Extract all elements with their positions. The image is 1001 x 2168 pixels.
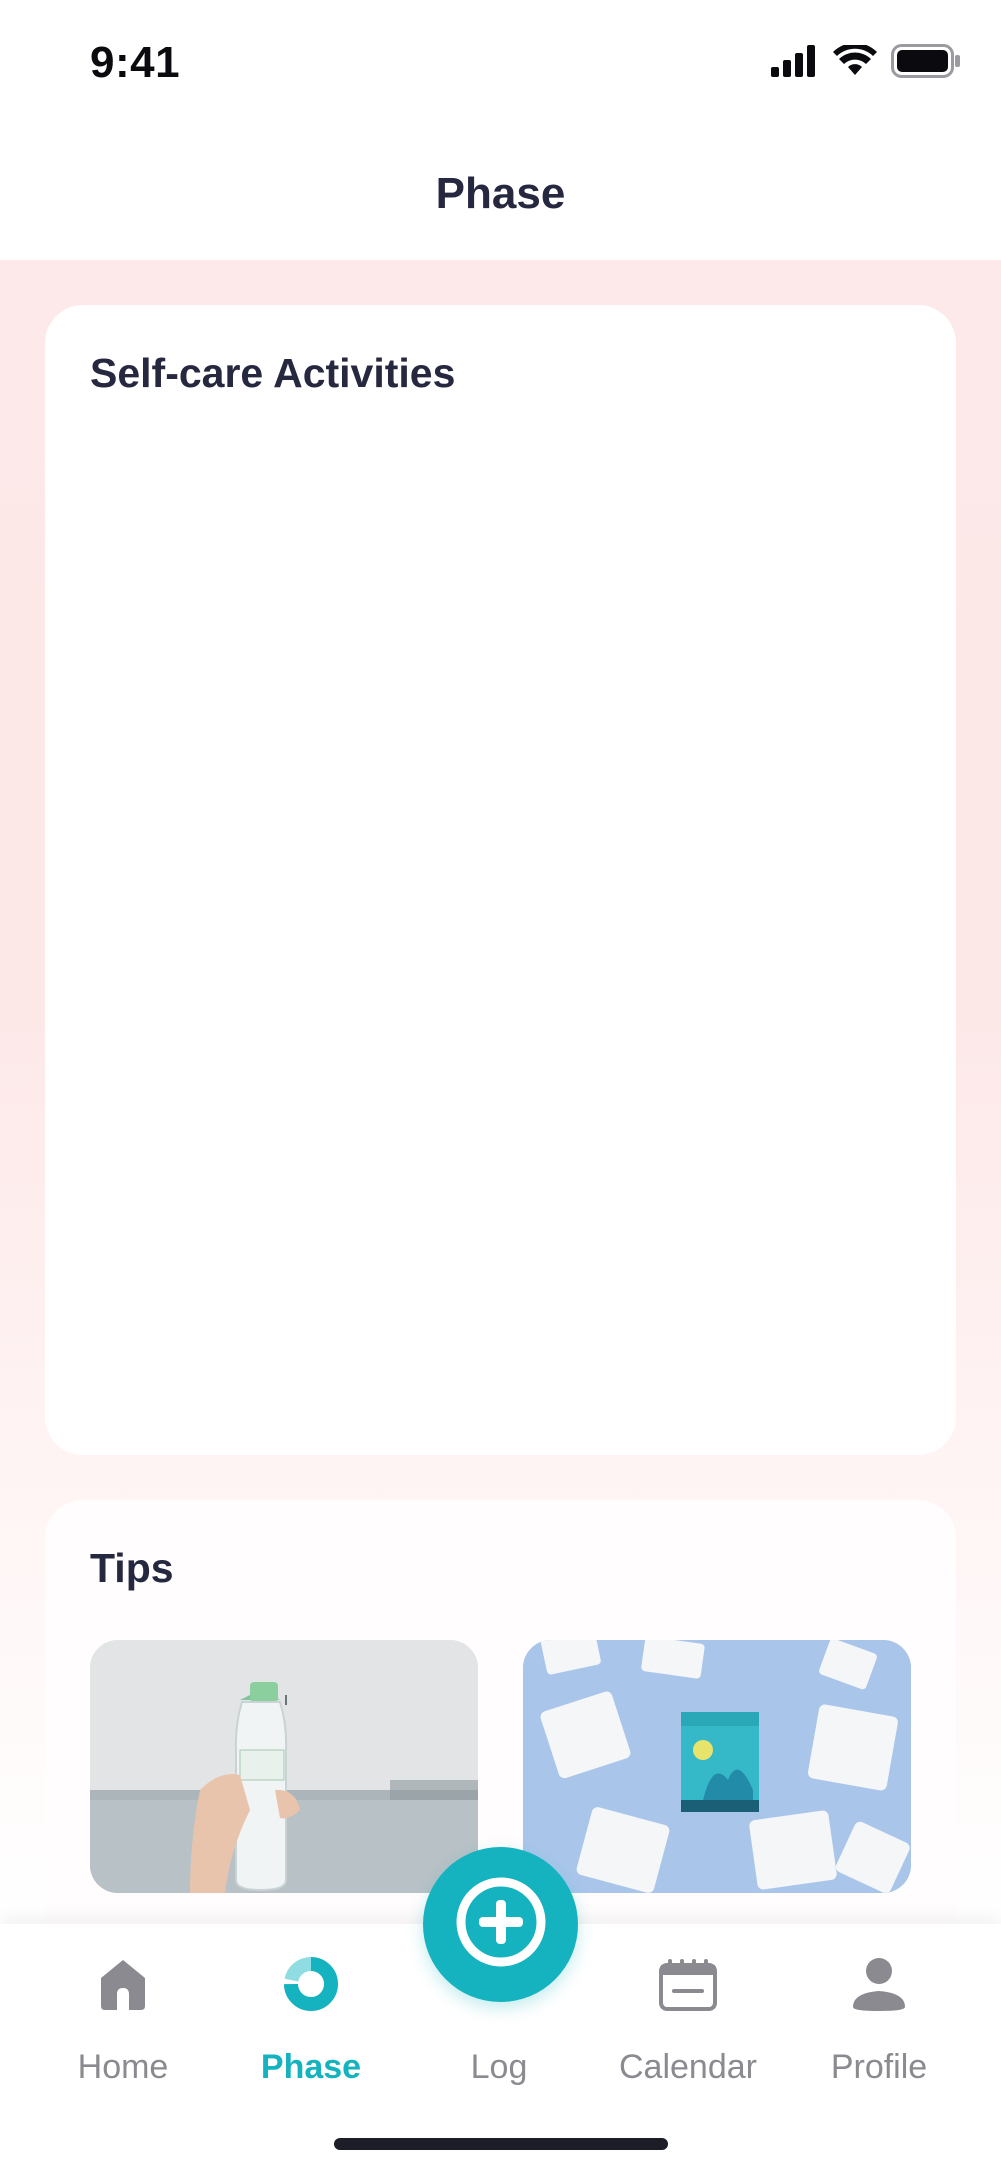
tab-label-calendar: Calendar [619, 2048, 757, 2086]
status-icons [771, 42, 961, 83]
content-area[interactable]: Self-care Activities Tips [0, 260, 1001, 1924]
sanitary-pads-photo [523, 1640, 911, 1893]
profile-icon [849, 1954, 909, 2014]
phase-donut-icon [281, 1954, 341, 2014]
tab-label-log: Log [470, 2048, 528, 2086]
battery-icon [891, 44, 961, 83]
tab-label-home: Home [77, 2048, 169, 2086]
tab-calendar[interactable]: Calendar [598, 1954, 778, 2104]
water-bottle-photo [90, 1640, 478, 1893]
tab-phase[interactable]: Phase [221, 1954, 401, 2104]
tab-profile[interactable]: Profile [789, 1954, 969, 2104]
tip-card-pads[interactable] [523, 1640, 911, 1893]
page-title: Phase [435, 169, 566, 218]
cellular-signal-icon [771, 45, 819, 82]
tab-home[interactable]: Home [33, 1954, 213, 2104]
self-care-title: Self-care Activities [90, 350, 456, 396]
home-indicator [334, 2138, 668, 2150]
tab-label-profile: Profile [830, 2048, 928, 2086]
log-fab-button[interactable] [423, 1847, 578, 2002]
calendar-icon [658, 1954, 718, 2014]
plus-circle-icon [453, 1874, 549, 1975]
wifi-icon [833, 42, 877, 82]
status-bar: 9:41 [0, 0, 1001, 130]
tips-title: Tips [90, 1545, 174, 1591]
home-icon [93, 1954, 153, 2014]
tip-card-water[interactable] [90, 1640, 478, 1893]
nav-header: Phase [0, 130, 1001, 260]
status-time: 9:41 [90, 38, 181, 87]
self-care-card: Self-care Activities [45, 305, 956, 1455]
tab-label-phase: Phase [260, 2048, 362, 2086]
